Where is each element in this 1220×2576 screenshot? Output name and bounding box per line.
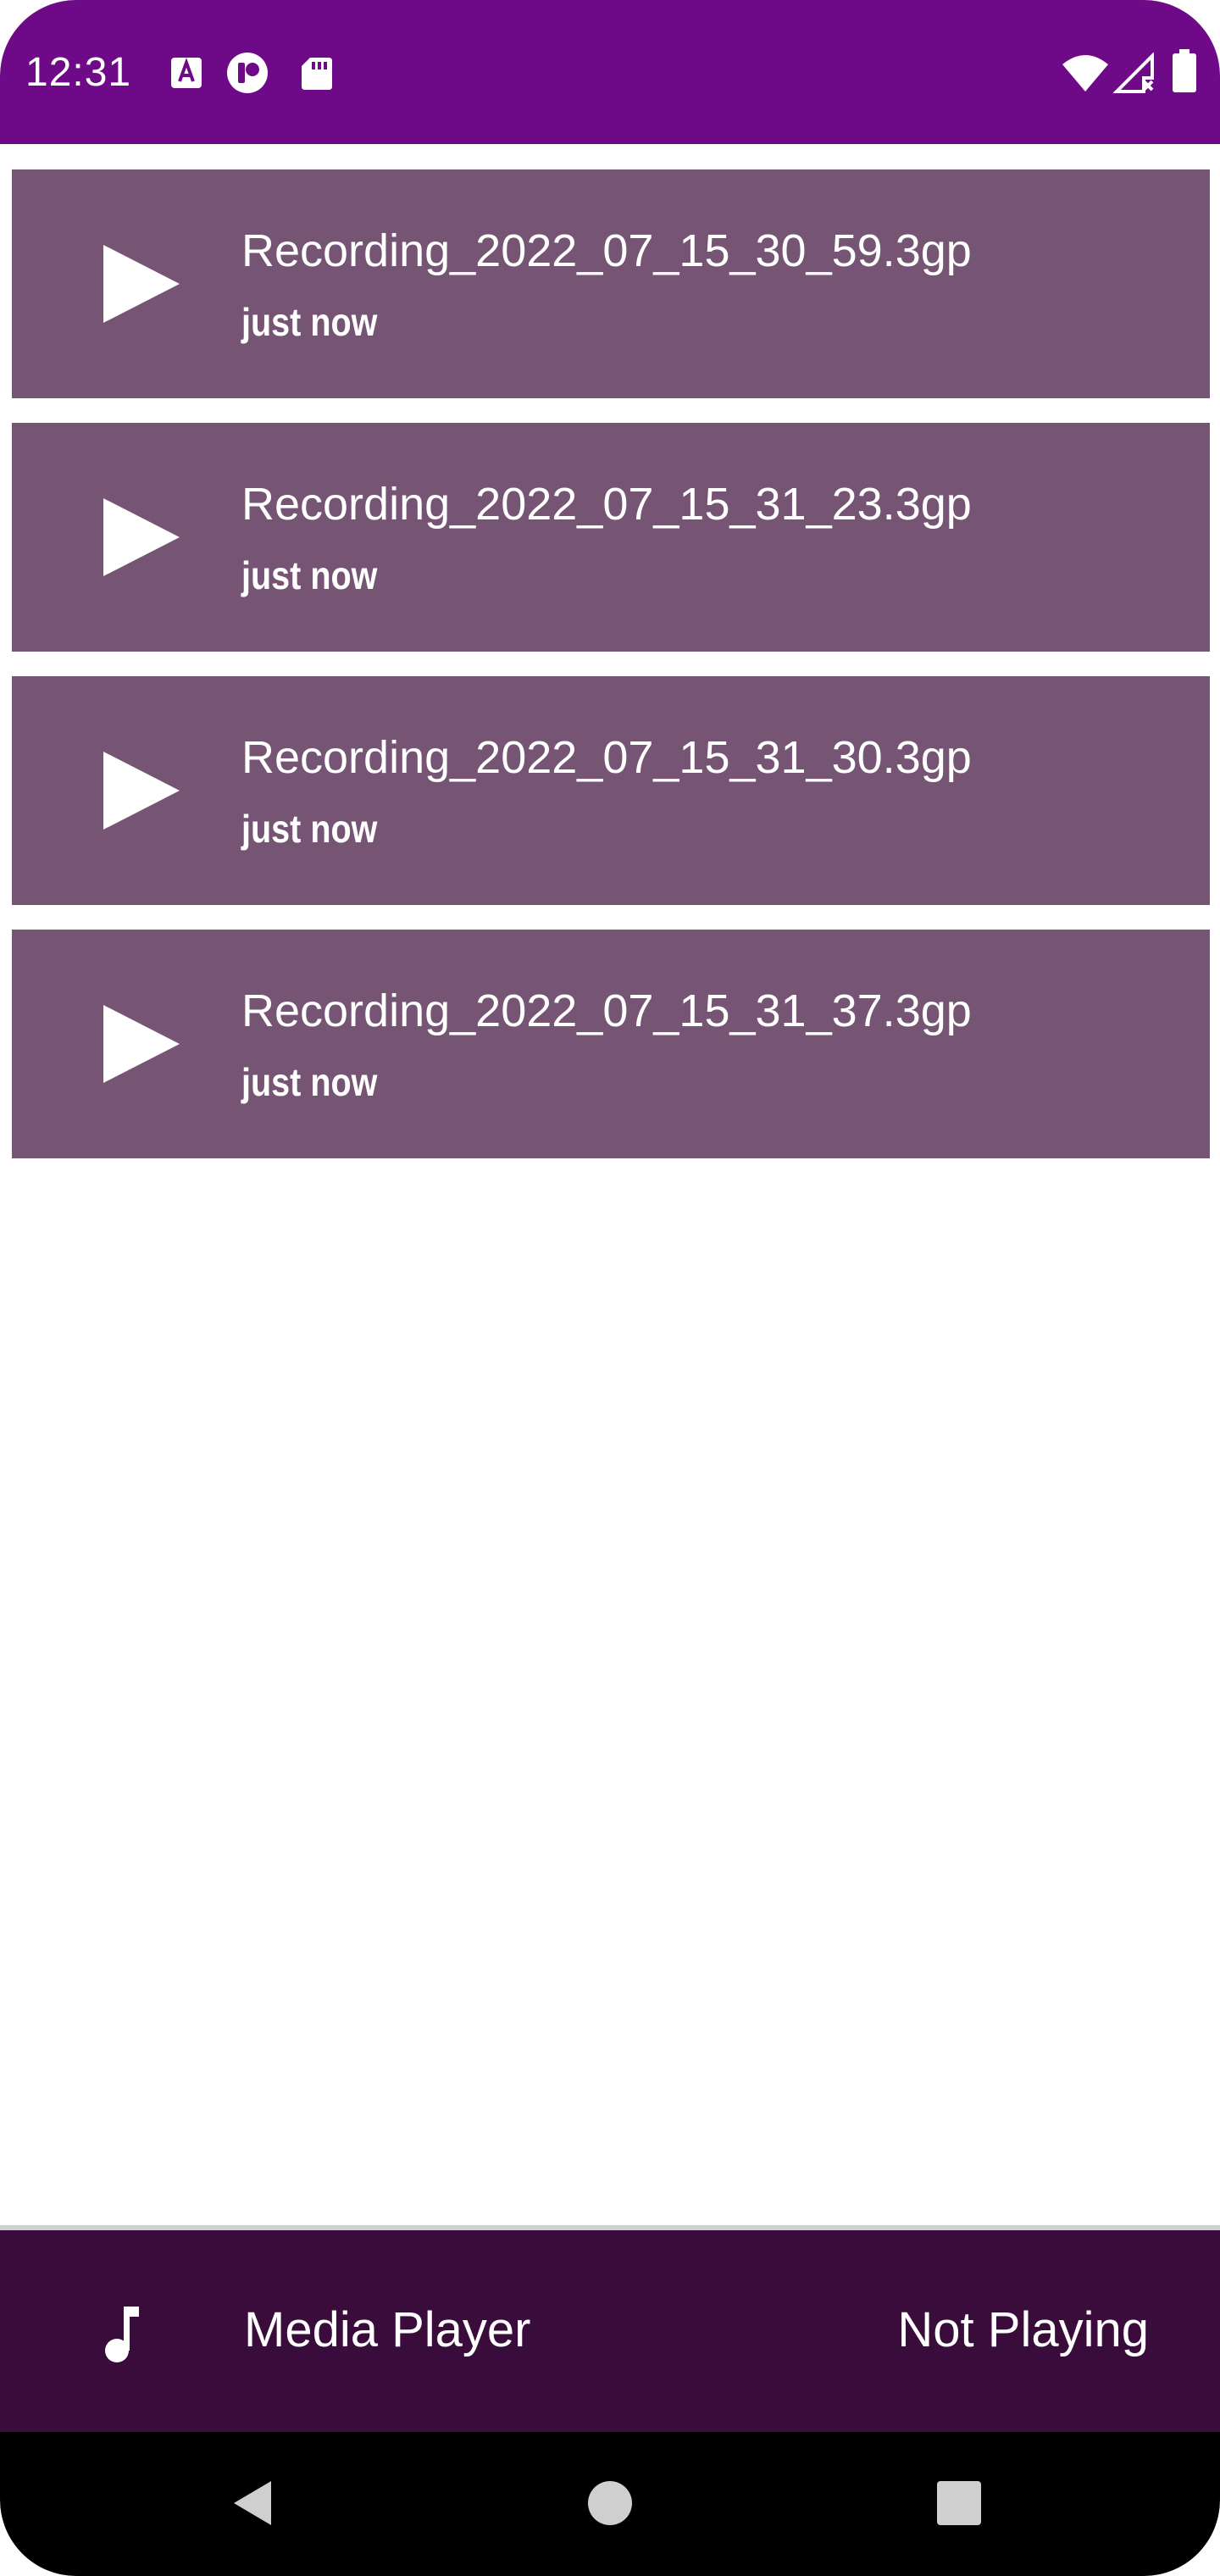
recording-item[interactable]: Recording_2022_07_15_30_59.3gp just now <box>12 169 1210 398</box>
play-icon[interactable] <box>103 752 180 830</box>
status-time: 12:31 <box>25 50 132 95</box>
recording-title: Recording_2022_07_15_31_37.3gp <box>241 985 972 1036</box>
play-icon[interactable] <box>103 1005 180 1083</box>
recording-item[interactable]: Recording_2022_07_15_31_30.3gp just now <box>12 676 1210 905</box>
navigation-bar <box>0 2432 1220 2576</box>
battery-icon <box>1171 49 1198 93</box>
status-bar: 12:31 <box>0 0 1220 144</box>
recents-icon[interactable] <box>932 2476 986 2530</box>
recording-title: Recording_2022_07_15_31_23.3gp <box>241 479 972 530</box>
recording-item[interactable]: Recording_2022_07_15_31_23.3gp just now <box>12 423 1210 652</box>
text-notification-icon <box>166 53 207 93</box>
back-icon[interactable] <box>227 2476 281 2530</box>
player-title: Media Player <box>244 2302 531 2357</box>
player-status: Not Playing <box>897 2302 1149 2357</box>
recording-item[interactable]: Recording_2022_07_15_31_37.3gp just now <box>12 930 1210 1158</box>
app-screen: 12:31 Recording_2022_07_15_30_59.3gp jus… <box>0 0 1220 2576</box>
recording-timestamp: just now <box>241 553 378 597</box>
play-icon[interactable] <box>103 498 180 576</box>
home-icon[interactable] <box>583 2476 637 2530</box>
sd-card-icon <box>297 53 337 93</box>
recording-timestamp: just now <box>241 1060 378 1104</box>
recording-title: Recording_2022_07_15_31_30.3gp <box>241 732 972 783</box>
play-icon[interactable] <box>103 245 180 323</box>
recordings-list: Recording_2022_07_15_30_59.3gp just now … <box>12 169 1210 1183</box>
wifi-icon <box>1061 53 1110 93</box>
recording-timestamp: just now <box>241 300 378 344</box>
app-notification-icon <box>225 51 269 95</box>
cell-signal-no-data-icon <box>1113 53 1156 95</box>
recording-title: Recording_2022_07_15_30_59.3gp <box>241 225 972 276</box>
media-player-bar[interactable]: Media Player Not Playing <box>0 2225 1220 2432</box>
recording-timestamp: just now <box>241 807 378 851</box>
music-note-icon <box>102 2305 142 2364</box>
